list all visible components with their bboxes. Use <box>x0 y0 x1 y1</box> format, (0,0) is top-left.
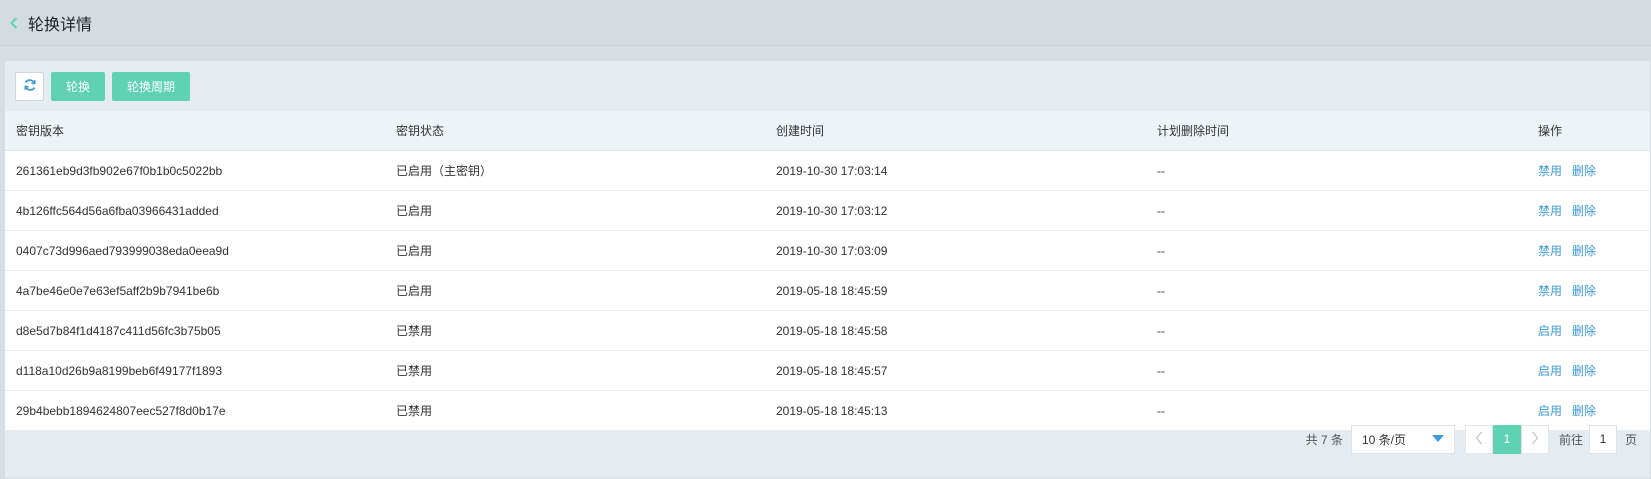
created-time: 2019-10-30 17:03:14 <box>776 163 888 178</box>
table-row: 4a7be46e0e7e63ef5aff2b9b7941be6b 已启用 201… <box>5 271 1650 311</box>
key-version: 4a7be46e0e7e63ef5aff2b9b7941be6b <box>16 283 220 298</box>
chevron-left-icon[interactable] <box>7 13 21 33</box>
delete-link[interactable]: 删除 <box>1572 324 1596 338</box>
delete-link[interactable]: 删除 <box>1572 244 1596 258</box>
row-actions: 禁用 删除 <box>1527 202 1650 219</box>
created-time: 2019-05-18 18:45:59 <box>776 283 888 298</box>
row-actions: 禁用 删除 <box>1527 242 1650 259</box>
toggle-enable-link[interactable]: 启用 <box>1538 324 1562 338</box>
toggle-enable-link[interactable]: 禁用 <box>1538 164 1562 178</box>
key-version: 0407c73d996aed793999038eda0eea9d <box>16 243 229 258</box>
column-header-delete-time: 计划删除时间 <box>1157 124 1230 138</box>
key-status: 已禁用 <box>396 404 433 418</box>
key-status: 已启用 <box>396 204 433 218</box>
chevron-left-icon <box>1475 431 1483 448</box>
caret-down-icon <box>1431 432 1444 446</box>
delete-link[interactable]: 删除 <box>1572 164 1596 178</box>
created-time: 2019-05-18 18:45:58 <box>776 323 888 338</box>
toggle-enable-link[interactable]: 禁用 <box>1538 244 1562 258</box>
key-status: 已启用 <box>396 244 433 258</box>
rotate-button[interactable]: 轮换 <box>51 71 106 101</box>
rotation-period-button[interactable]: 轮换周期 <box>112 71 191 101</box>
toggle-enable-link[interactable]: 禁用 <box>1538 204 1562 218</box>
next-page-button[interactable] <box>1520 424 1549 454</box>
row-actions: 启用 删除 <box>1527 402 1650 419</box>
scheduled-delete-time: -- <box>1157 363 1165 378</box>
created-time: 2019-10-30 17:03:09 <box>776 243 888 258</box>
row-actions: 启用 删除 <box>1527 362 1650 379</box>
table-header: 密钥版本 密钥状态 创建时间 计划删除时间 操作 <box>5 111 1650 151</box>
scheduled-delete-time: -- <box>1157 243 1165 258</box>
toggle-enable-link[interactable]: 禁用 <box>1538 284 1562 298</box>
table-row: d8e5d7b84f1d4187c411d56fc3b75b05 已禁用 201… <box>5 311 1650 351</box>
page-suffix: 页 <box>1624 432 1637 447</box>
refresh-icon <box>23 78 37 95</box>
page-header: 轮换详情 <box>0 0 1651 46</box>
row-actions: 启用 删除 <box>1527 322 1650 339</box>
page-title: 轮换详情 <box>28 16 93 34</box>
column-header-version: 密钥版本 <box>16 124 65 138</box>
goto-page-input[interactable] <box>1588 424 1617 454</box>
key-version: d118a10d26b9a8199beb6f49177f1893 <box>16 363 222 378</box>
created-time: 2019-05-18 18:45:57 <box>776 363 888 378</box>
toggle-enable-link[interactable]: 启用 <box>1538 364 1562 378</box>
column-header-created: 创建时间 <box>776 124 825 138</box>
key-version: 29b4bebb1894624807eec527f8d0b17e <box>16 403 226 418</box>
key-version-table: 密钥版本 密钥状态 创建时间 计划删除时间 操作 261361eb9d3fb90… <box>5 111 1650 431</box>
refresh-button[interactable] <box>15 71 44 101</box>
total-count: 共 7 条 <box>1305 432 1343 447</box>
scheduled-delete-time: -- <box>1157 323 1165 338</box>
delete-link[interactable]: 删除 <box>1572 404 1596 418</box>
key-status: 已启用（主密钥） <box>396 164 493 178</box>
scheduled-delete-time: -- <box>1157 403 1165 418</box>
row-actions: 禁用 删除 <box>1527 282 1650 299</box>
column-header-actions: 操作 <box>1538 124 1563 138</box>
delete-link[interactable]: 删除 <box>1572 364 1596 378</box>
table-row: 261361eb9d3fb902e67f0b1b0c5022bb 已启用（主密钥… <box>5 151 1650 191</box>
page-size-select[interactable]: 10 条/页 <box>1350 424 1455 454</box>
key-status: 已禁用 <box>396 324 433 338</box>
table-row: 0407c73d996aed793999038eda0eea9d 已启用 201… <box>5 231 1650 271</box>
toggle-enable-link[interactable]: 启用 <box>1538 404 1562 418</box>
created-time: 2019-10-30 17:03:12 <box>776 203 888 218</box>
column-header-status: 密钥状态 <box>396 124 445 138</box>
table-row: d118a10d26b9a8199beb6f49177f1893 已禁用 201… <box>5 351 1650 391</box>
key-version: d8e5d7b84f1d4187c411d56fc3b75b05 <box>16 323 221 338</box>
row-actions: 禁用 删除 <box>1527 162 1650 179</box>
content-panel: 轮换 轮换周期 密钥版本 密钥状态 创建时间 计划删除时间 操作 261361e… <box>4 60 1651 479</box>
key-version: 261361eb9d3fb902e67f0b1b0c5022bb <box>16 163 223 178</box>
table-row: 4b126ffc564d56a6fba03966431added 已启用 201… <box>5 191 1650 231</box>
page-size-value: 10 条/页 <box>1361 432 1406 447</box>
key-version: 4b126ffc564d56a6fba03966431added <box>16 203 219 218</box>
chevron-right-icon <box>1531 431 1539 448</box>
scheduled-delete-time: -- <box>1157 163 1165 178</box>
pagination: 共 7 条 10 条/页 1 前往 页 <box>1306 424 1650 454</box>
delete-link[interactable]: 删除 <box>1572 284 1596 298</box>
prev-page-button[interactable] <box>1464 424 1493 454</box>
key-status: 已启用 <box>396 284 433 298</box>
key-status: 已禁用 <box>396 364 433 378</box>
goto-label: 前往 <box>1558 432 1583 447</box>
created-time: 2019-05-18 18:45:13 <box>776 403 888 418</box>
scheduled-delete-time: -- <box>1157 283 1165 298</box>
delete-link[interactable]: 删除 <box>1572 204 1596 218</box>
toolbar: 轮换 轮换周期 <box>15 70 191 102</box>
page-number-current[interactable]: 1 <box>1492 424 1521 454</box>
scheduled-delete-time: -- <box>1157 203 1165 218</box>
